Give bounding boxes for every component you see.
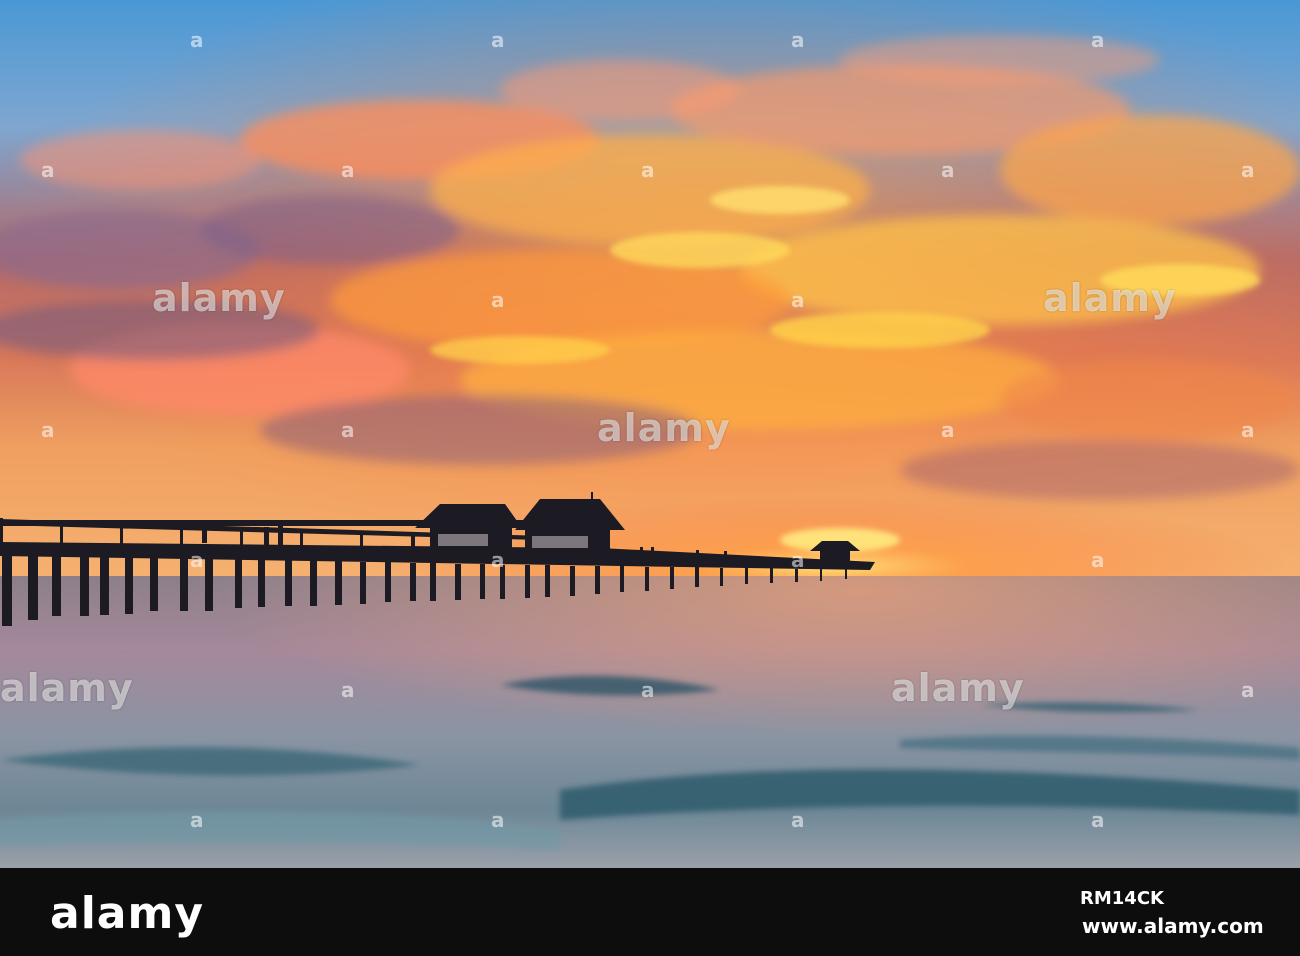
- stock-footer-bar: alamy RM14CK www.alamy.com: [0, 868, 1300, 956]
- sunset-pier-photo: a a a a a a a a a alamy a a alamy a a al…: [0, 0, 1300, 868]
- site-url[interactable]: www.alamy.com: [1082, 914, 1264, 938]
- image-id: RM14CK: [1080, 888, 1164, 909]
- scene-svg: [0, 0, 1300, 868]
- alamy-logo[interactable]: alamy: [50, 888, 204, 939]
